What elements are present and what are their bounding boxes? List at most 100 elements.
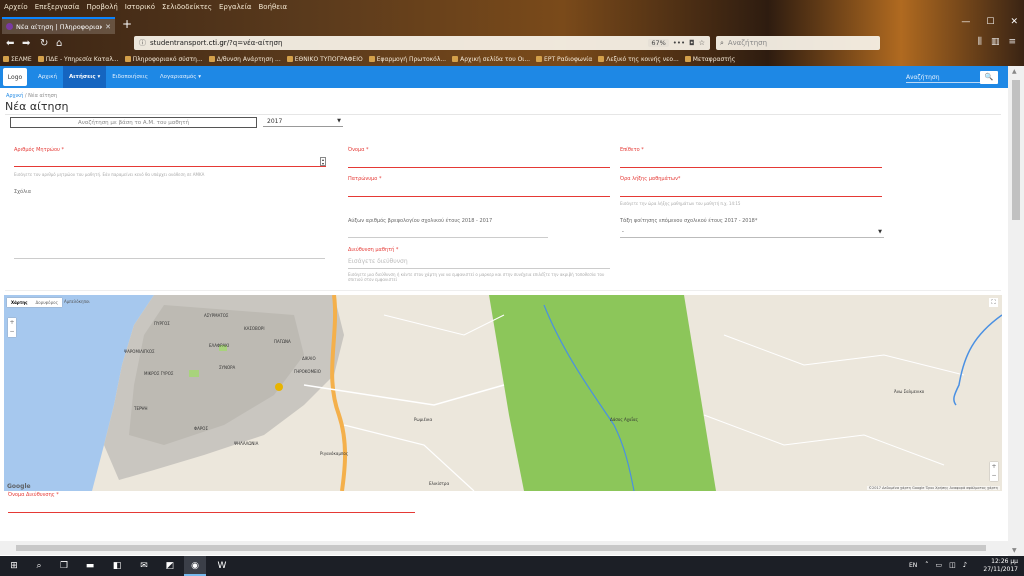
page-actions-icon[interactable]: ••• [673, 39, 685, 47]
nav-account[interactable]: Λογαριασμός ▾ [154, 66, 207, 88]
bookmark-item[interactable]: ΕΘΝΙΚΟ ΤΥΠΟΓΡΑΦΕΙΟ [286, 56, 363, 63]
url-bar[interactable]: ⓘ studentransport.cti.gr/?q=νέα-αίτηση 6… [134, 36, 710, 50]
url-text[interactable]: studentransport.cti.gr/?q=νέα-αίτηση [150, 39, 644, 47]
site-search-button[interactable]: 🔍 [980, 71, 998, 84]
zoom-in-icon[interactable]: + [990, 462, 998, 471]
bookmark-item[interactable]: Μεταφραστής [684, 56, 735, 63]
student-search-input[interactable]: Αναζήτηση με βάση το Α.Μ. του μαθητή [10, 117, 257, 128]
browser-tab-active[interactable]: Νέα αίτηση | Πληροφοριακό... ✕ [2, 17, 115, 34]
menu-file[interactable]: Αρχείο [4, 3, 28, 11]
menu-history[interactable]: Ιστορικό [125, 3, 155, 11]
scroll-thumb[interactable] [1012, 80, 1020, 220]
google-map[interactable]: Αμπελόκηποι ΑΣΥΡΜΑΤΟΣ ΠΥΡΓΟΣ ΚΑΣΟΒΟΡΙ ΕΛ… [4, 295, 1002, 491]
cortana-search-icon[interactable]: ⌕ [33, 560, 45, 572]
site-search-input[interactable]: Αναζήτηση [906, 72, 980, 83]
minimize-icon[interactable]: — [961, 17, 970, 27]
library-icon[interactable]: ⫼ [978, 37, 982, 47]
clock[interactable]: 12:26 μμ 27/11/2017 [983, 558, 1018, 574]
battery-icon[interactable]: ▭ [936, 561, 943, 569]
site-logo[interactable]: Logo [3, 68, 27, 86]
back-icon[interactable]: ⬅ [6, 38, 14, 49]
site-info-icon[interactable]: ⓘ [139, 38, 146, 48]
nav-applications[interactable]: Αιτήσεις ▾ [63, 66, 107, 88]
pocket-icon[interactable]: ◘ [689, 39, 695, 47]
bookmark-item[interactable]: Λεξικό της κοινής νεο... [598, 56, 679, 63]
menu-bookmarks[interactable]: Σελιδοδείκτες [162, 3, 212, 11]
word-icon[interactable]: W [216, 560, 228, 572]
map-type-map[interactable]: Χάρτης [7, 298, 31, 307]
firefox-icon[interactable]: ◉ [189, 560, 201, 572]
horizontal-scrollbar[interactable] [0, 541, 1008, 555]
file-explorer-icon[interactable]: ▬ [84, 560, 96, 572]
road [703, 414, 945, 466]
reg-input[interactable] [348, 237, 548, 238]
map-label: ΜΙΚΡΟΣ ΓΥΡΟΣ [144, 371, 174, 376]
bookmark-star-icon[interactable]: ☆ [699, 39, 705, 47]
menu-view[interactable]: Προβολή [86, 3, 117, 11]
notes-label: Σχόλια [14, 189, 32, 195]
zoom-out-icon[interactable]: − [990, 471, 998, 480]
page-scrollbar[interactable]: ▲ ▼ [1008, 66, 1024, 556]
bookmark-item[interactable]: Αρχική σελίδα του Οι... [452, 56, 530, 63]
father-input[interactable] [348, 196, 610, 197]
sidebar-icon[interactable]: ▥ [991, 37, 1000, 47]
nav-home[interactable]: Αρχική [32, 66, 63, 88]
task-view-icon[interactable]: ❐ [58, 560, 70, 572]
map-type-satellite[interactable]: Δορυφόρος [31, 298, 61, 307]
language-indicator[interactable]: EN [909, 562, 917, 569]
bookmark-item[interactable]: ΠΔΕ - Υπηρεσία Καταλ... [37, 56, 119, 63]
google-logo[interactable]: Google [7, 483, 31, 490]
app-icon[interactable]: ◩ [164, 560, 176, 572]
hamburger-menu-icon[interactable]: ≡ [1008, 37, 1016, 47]
web-search-box[interactable]: ⌕ Αναζήτηση [716, 36, 880, 50]
map-address-input[interactable] [8, 512, 415, 513]
bookmark-item[interactable]: Εφαρμογή Πρωτοκόλ... [368, 56, 446, 63]
menu-tools[interactable]: Εργαλεία [219, 3, 252, 11]
bookmark-item[interactable]: ΣΕΛΜΕ [3, 56, 32, 63]
scroll-up-icon[interactable]: ▲ [1012, 68, 1017, 75]
map-address-label: Όνομα Διεύθυνσης * [8, 492, 59, 498]
reload-icon[interactable]: ↻ [40, 38, 48, 49]
map-canvas[interactable]: Αμπελόκηποι ΑΣΥΡΜΑΤΟΣ ΠΥΡΓΟΣ ΚΑΣΟΒΟΡΙ ΕΛ… [4, 295, 1002, 491]
notes-textarea[interactable] [14, 197, 325, 259]
maximize-icon[interactable]: ☐ [986, 17, 994, 27]
tray-expand-icon[interactable]: ˄ [925, 561, 929, 569]
nav-notifications[interactable]: Ειδοποιήσεις [106, 66, 154, 88]
code-label: Όρα λήξης μαθημάτων* [620, 176, 681, 182]
breadcrumb-current: Νέα αίτηση [28, 93, 58, 99]
zoom-out-icon[interactable]: − [8, 327, 16, 336]
class-select[interactable]: - ▼ [620, 229, 884, 238]
forward-icon[interactable]: ➡ [22, 38, 30, 49]
close-window-icon[interactable]: ✕ [1010, 17, 1018, 27]
bookmark-item[interactable]: Πληροφοριακό σύστη... [124, 56, 203, 63]
map-terms[interactable]: ©2017 Δεδομένα χάρτη Google Όροι Χρήσης … [866, 486, 1000, 490]
mail-icon[interactable]: ✉ [138, 560, 150, 572]
close-tab-icon[interactable]: ✕ [105, 23, 111, 31]
menu-edit[interactable]: Επεξεργασία [35, 3, 80, 11]
bookmark-item[interactable]: Δ/θυνση Ανάρτηση ... [208, 56, 281, 63]
am-input[interactable] [14, 166, 326, 167]
scroll-down-icon[interactable]: ▼ [1012, 547, 1017, 554]
name-input[interactable] [348, 167, 610, 168]
home-icon[interactable]: ⌂ [56, 38, 62, 49]
fullscreen-icon[interactable]: ⛶ [989, 298, 998, 307]
store-icon[interactable]: ◧ [111, 560, 123, 572]
new-tab-icon[interactable]: + [122, 17, 132, 31]
zoom-indicator[interactable]: 67% [648, 39, 669, 47]
year-select[interactable]: 2017 ▼ [263, 117, 343, 127]
address-hint: Εισάγετε μια διεύθυνση ή κάντε στον χάρτ… [348, 272, 605, 282]
zoom-in-icon[interactable]: + [8, 318, 16, 327]
address-input[interactable] [348, 268, 610, 269]
bookmark-item[interactable]: ΕΡΤ Ραδιοφωνία [536, 56, 592, 63]
volume-icon[interactable]: ♪ [963, 561, 967, 569]
start-icon[interactable]: ⊞ [8, 560, 20, 572]
network-icon[interactable]: ◫ [949, 561, 956, 569]
map-label: Ριγανόκαμπος [320, 451, 348, 456]
am-spinner[interactable]: ▴ ▾ [320, 157, 326, 166]
surname-input[interactable] [620, 167, 882, 168]
code-input[interactable] [620, 196, 882, 197]
breadcrumb-home[interactable]: Αρχική [6, 93, 23, 99]
menu-help[interactable]: Βοήθεια [259, 3, 288, 11]
hscroll-thumb[interactable] [16, 545, 986, 551]
class-label: Τάξη φοίτησης επόμενου σχολικού έτους 20… [620, 218, 758, 224]
